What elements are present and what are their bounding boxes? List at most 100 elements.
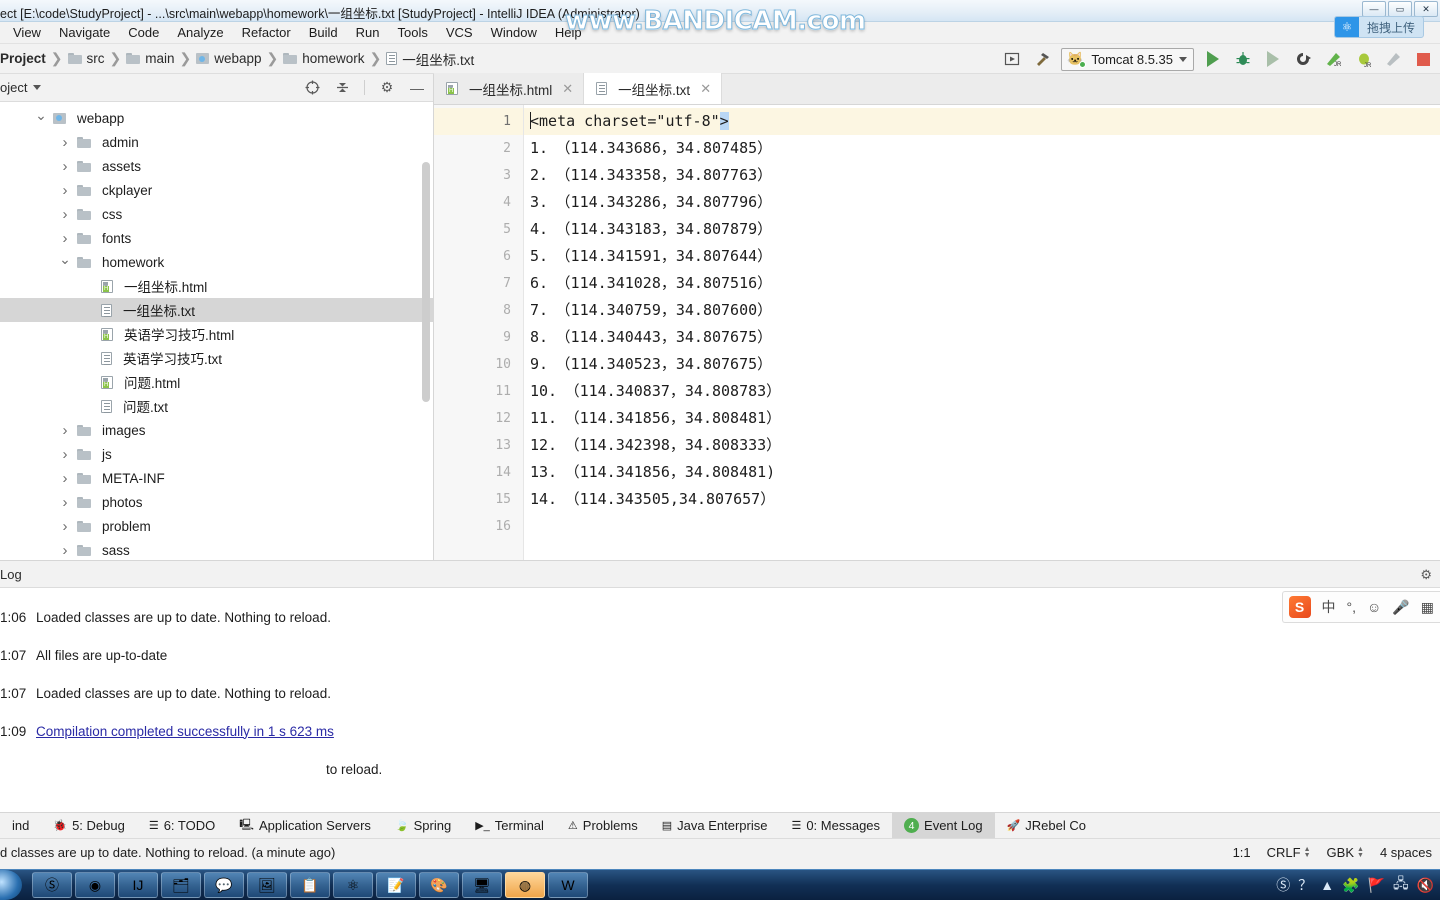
code-line[interactable]: 5. （114.341591，34.807644） [524, 243, 1440, 270]
ime-item-0[interactable]: 中 [1322, 597, 1336, 617]
code-line[interactable]: 4. （114.343183，34.807879） [524, 216, 1440, 243]
tray-sogou-icon[interactable]: Ⓢ [1276, 875, 1290, 895]
code-line[interactable]: 1. （114.343686，34.807485） [524, 135, 1440, 162]
tree-node[interactable]: js [0, 442, 433, 466]
menu-item-refactor[interactable]: Refactor [233, 23, 300, 43]
build-hammer-icon[interactable] [1031, 48, 1053, 70]
tool-window-button-problems[interactable]: ⚠ Problems [556, 813, 650, 839]
menu-item-window[interactable]: Window [482, 23, 546, 43]
jrebel-run-button[interactable]: JR [1322, 48, 1344, 70]
tree-node[interactable]: sass [0, 538, 433, 560]
tray-network-icon[interactable]: 🖧 [1393, 873, 1409, 897]
editor-tab[interactable]: 一组坐标.html ✕ [434, 73, 585, 104]
settings-gear-icon[interactable]: ⚙ [1420, 567, 1432, 583]
chevron-right-icon[interactable] [58, 134, 72, 151]
tool-window-button-application-servers[interactable]: 🖳 Application Servers [227, 813, 383, 839]
chevron-right-icon[interactable] [58, 182, 72, 199]
tree-node[interactable]: 英语学习技巧.txt [0, 346, 433, 370]
code-line[interactable]: 14. （114.343505,34.807657） [524, 486, 1440, 513]
tree-node[interactable]: images [0, 418, 433, 442]
tree-node[interactable]: problem [0, 514, 433, 538]
chevron-right-icon[interactable] [58, 542, 72, 559]
indent-setting[interactable]: 4 spaces [1380, 845, 1432, 860]
tool-window-button-terminal[interactable]: ▶_ Terminal [463, 813, 556, 839]
ime-item-1[interactable]: °, [1347, 599, 1357, 615]
code-line[interactable]: 13. （114.341856，34.808481) [524, 459, 1440, 486]
code-line[interactable]: <meta charset="utf-8"> [524, 108, 1440, 135]
chevron-right-icon[interactable] [58, 446, 72, 463]
tree-node[interactable]: photos [0, 490, 433, 514]
taskbar-item-qqmusic[interactable]: ⚛ [333, 872, 373, 898]
tray-volume-icon[interactable]: 🔇 [1417, 877, 1434, 894]
code-line[interactable] [524, 513, 1440, 540]
taskbar-item-picture[interactable]: 🖼 [247, 872, 287, 898]
menu-item-navigate[interactable]: Navigate [50, 23, 119, 43]
log-message-link[interactable]: Compilation completed successfully in 1 … [36, 724, 334, 739]
ime-item-4[interactable]: ▦ [1421, 599, 1434, 616]
code-line[interactable]: 2. （114.343358，34.807763） [524, 162, 1440, 189]
code-line[interactable]: 12. （114.342398，34.808333） [524, 432, 1440, 459]
code-line[interactable]: 10. （114.340837，34.808783） [524, 378, 1440, 405]
breadcrumb-item-0[interactable]: Project [0, 51, 46, 66]
caret-position[interactable]: 1:1 [1233, 845, 1251, 860]
chevron-right-icon[interactable] [58, 470, 72, 487]
tree-node[interactable]: META-INF [0, 466, 433, 490]
chevron-right-icon[interactable] [58, 422, 72, 439]
ime-item-3[interactable]: 🎤 [1392, 599, 1409, 616]
run-configuration-selector[interactable]: Tomcat 8.5.35 [1061, 47, 1194, 71]
chevron-right-icon[interactable] [58, 206, 72, 223]
close-button[interactable]: ✕ [1414, 1, 1438, 17]
tool-window-button-0-messages[interactable]: ☰ 0: Messages [779, 813, 892, 839]
tree-node[interactable]: admin [0, 130, 433, 154]
code-line[interactable]: 9. （114.340523，34.807675） [524, 351, 1440, 378]
close-icon[interactable]: ✕ [700, 81, 711, 97]
taskbar-item-paint[interactable]: 🎨 [419, 872, 459, 898]
tool-window-button-java-enterprise[interactable]: ▤ Java Enterprise [650, 813, 780, 839]
code-line[interactable]: 11. （114.341856，34.808481） [524, 405, 1440, 432]
code-line[interactable]: 7. （114.340759，34.807600） [524, 297, 1440, 324]
tool-window-button-jrebel-co[interactable]: 🚀 JRebel Co [995, 813, 1098, 839]
maximize-button[interactable]: ▭ [1388, 1, 1412, 17]
ime-item-2[interactable]: ☺ [1367, 599, 1381, 615]
tree-node[interactable]: 一组坐标.txt [0, 298, 433, 322]
chevron-down-icon[interactable] [34, 110, 48, 127]
breadcrumb-item-3[interactable]: webapp [196, 51, 262, 66]
taskbar-item-explorer[interactable]: 🗂 [161, 872, 201, 898]
tray-help-icon[interactable]: ？ [1298, 875, 1312, 895]
tree-node[interactable]: 问题.txt [0, 394, 433, 418]
project-pane-title-group[interactable]: oject [0, 80, 42, 95]
menu-item-code[interactable]: Code [119, 23, 168, 43]
chevron-right-icon[interactable] [58, 494, 72, 511]
chevron-down-icon[interactable] [58, 254, 72, 271]
tool-window-button-6-todo[interactable]: ☰ 6: TODO [137, 813, 227, 839]
run-with-coverage-button[interactable] [1262, 48, 1284, 70]
menu-item-view[interactable]: View [4, 23, 50, 43]
taskbar-item-intellij[interactable]: IJ [118, 872, 158, 898]
jrebel-debug-button[interactable]: JR [1352, 48, 1374, 70]
code-line[interactable]: 6. （114.341028，34.807516） [524, 270, 1440, 297]
hide-panel-icon[interactable]: — [409, 80, 425, 96]
run-button[interactable] [1202, 48, 1224, 70]
menu-item-run[interactable]: Run [347, 23, 389, 43]
tree-node[interactable]: 一组坐标.html [0, 274, 433, 298]
make-project-button[interactable] [1001, 48, 1023, 70]
file-encoding[interactable]: GBK ▲ ▼ [1327, 845, 1364, 860]
taskbar-item-bandicam[interactable]: ◍ [505, 872, 545, 898]
collapse-all-icon[interactable] [334, 80, 350, 96]
minimize-button[interactable]: — [1362, 1, 1386, 17]
tree-node[interactable]: fonts [0, 226, 433, 250]
tool-window-button-event-log[interactable]: 4 Event Log [892, 812, 995, 839]
tray-jrebel-icon[interactable]: 🧩 [1342, 877, 1359, 894]
editor-content[interactable]: 1 2 3 4 5 6 7 8 9 10 11 12 13 14 15 16 <meta charset="u… [434, 105, 1440, 560]
tray-flag-icon[interactable]: 🚩 [1368, 877, 1385, 894]
chevron-right-icon[interactable] [58, 518, 72, 535]
jrebel-coverage-button[interactable] [1382, 48, 1404, 70]
tree-node[interactable]: homework [0, 250, 433, 274]
code-line[interactable]: 8. （114.340443，34.807675） [524, 324, 1440, 351]
drag-upload-button[interactable]: ⚛ 拖拽上传 [1333, 16, 1424, 38]
taskbar-item-monitor[interactable]: 🖥 [462, 872, 502, 898]
taskbar-item-document[interactable]: 📋 [290, 872, 330, 898]
menu-item-vcs[interactable]: VCS [437, 23, 482, 43]
taskbar-item-sogou[interactable]: Ⓢ [32, 872, 72, 898]
tool-window-button-spring[interactable]: 🍃 Spring [383, 813, 463, 839]
